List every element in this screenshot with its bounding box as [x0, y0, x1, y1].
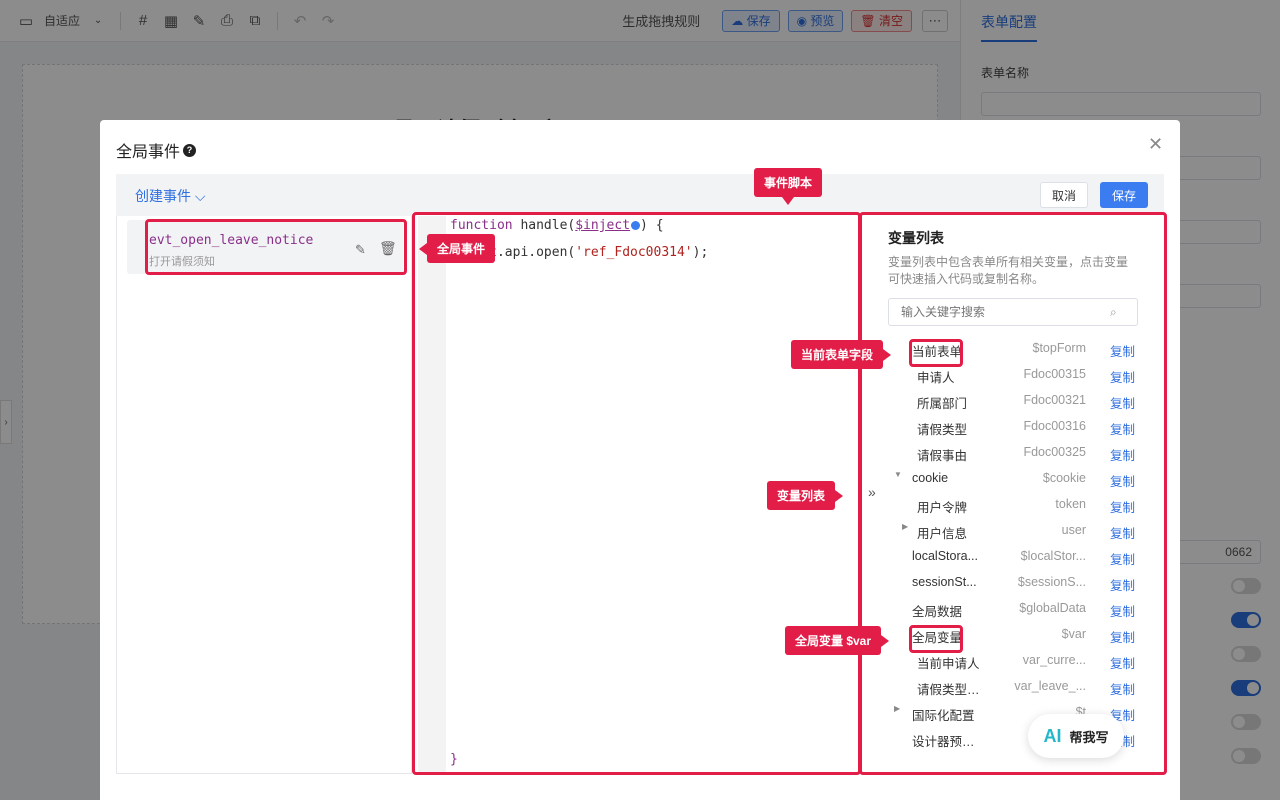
variable-name[interactable]: localStora... — [912, 549, 984, 563]
annotation-global-event: 全局事件 — [418, 234, 496, 263]
variable-row[interactable]: 请假类型 Fdoc00316 复制 — [888, 414, 1136, 440]
create-event-dropdown[interactable]: 创建事件 ⌵ — [135, 186, 206, 206]
caret-right-icon[interactable]: ▶ — [894, 704, 900, 713]
variable-row[interactable]: 请假事由 Fdoc00325 复制 — [888, 440, 1136, 466]
event-header-bar: 创建事件 ⌵ 取消 保存 — [116, 174, 1164, 216]
save-button[interactable]: 保存 — [1100, 182, 1148, 208]
annotation-var-list: 变量列表 — [767, 481, 844, 510]
variable-row[interactable]: ▶ 用户信息 user 复制 — [888, 518, 1136, 544]
inject-param[interactable]: $inject — [575, 218, 630, 233]
variable-name[interactable]: 用户信息 — [917, 523, 989, 542]
variable-name[interactable]: 当前申请人 — [917, 653, 989, 672]
variable-name[interactable]: 所属部门 — [917, 393, 989, 412]
global-event-modal: 全局事件 ? ✕ 创建事件 ⌵ 取消 保存 evt_open_leave_not… — [100, 120, 1180, 800]
copy-link[interactable]: 复制 — [1110, 367, 1135, 386]
code-line-last: } — [450, 752, 458, 767]
copy-link[interactable]: 复制 — [1110, 445, 1135, 464]
variable-key: var_curre... — [1022, 653, 1086, 667]
double-chevron-right-icon[interactable]: » — [868, 484, 876, 500]
copy-link[interactable]: 复制 — [1110, 419, 1135, 438]
variable-row[interactable]: 申请人 Fdoc00315 复制 — [888, 362, 1136, 388]
variable-row[interactable]: 请假类型选... var_leave_... 复制 — [888, 674, 1136, 700]
variable-row[interactable]: 当前表单 $topForm 复制 — [888, 336, 1136, 362]
variable-name[interactable]: 用户令牌 — [917, 497, 989, 516]
variable-name[interactable]: 申请人 — [917, 367, 989, 386]
variable-key: user — [1061, 523, 1086, 537]
annotation-global-var: 全局变量 $var — [785, 626, 890, 655]
code-line-1: function handle($inject) { — [450, 218, 664, 233]
variable-row[interactable]: 全局变量 $var 复制 — [888, 622, 1136, 648]
variable-name[interactable]: sessionSt... — [912, 575, 984, 589]
variable-panel-desc: 变量列表中包含表单所有相关变量，点击变量可快速插入代码或复制名称。 — [888, 255, 1129, 286]
modal-title: 全局事件 ? — [116, 138, 197, 162]
help-icon[interactable]: ? — [183, 143, 197, 157]
copy-link[interactable]: 复制 — [1110, 679, 1135, 698]
copy-link[interactable]: 复制 — [1110, 549, 1135, 568]
variable-key: $globalData — [1019, 601, 1086, 615]
variable-name[interactable]: 设计器预览... — [912, 731, 984, 750]
ai-logo-icon: AI — [1043, 725, 1062, 746]
variable-name[interactable]: 全局变量 — [912, 627, 984, 646]
event-name: evt_open_leave_notice — [149, 233, 314, 248]
variable-key: token — [1055, 497, 1086, 511]
caret-right-icon[interactable]: ▶ — [902, 522, 908, 531]
line-gutter — [418, 216, 446, 772]
variable-key: $cookie — [1042, 471, 1086, 485]
event-desc: 打开请假须知 — [149, 256, 215, 268]
variable-key: Fdoc00321 — [1023, 393, 1086, 407]
variable-key: $sessionS... — [1017, 575, 1086, 589]
variable-key: $var — [1061, 627, 1086, 641]
variable-row[interactable]: 当前申请人 var_curre... 复制 — [888, 648, 1136, 674]
copy-link[interactable]: 复制 — [1110, 341, 1135, 360]
variable-name[interactable]: cookie — [912, 471, 984, 485]
variable-key: Fdoc00325 — [1023, 445, 1086, 459]
caret-down-icon[interactable]: ▼ — [894, 470, 902, 479]
variable-row[interactable]: 全局数据 $globalData 复制 — [888, 596, 1136, 622]
variable-key: $localStor... — [1020, 549, 1086, 563]
variable-name[interactable]: 国际化配置 — [912, 705, 984, 724]
variable-name[interactable]: 请假类型选... — [917, 679, 989, 698]
variable-search-input[interactable] — [888, 298, 1138, 326]
variable-row[interactable]: ▼ cookie $cookie 复制 — [888, 466, 1136, 492]
variable-row[interactable]: 所属部门 Fdoc00321 复制 — [888, 388, 1136, 414]
event-list: evt_open_leave_notice 打开请假须知 ✎ 🗑 — [116, 216, 412, 774]
variable-panel: 变量列表 变量列表中包含表单所有相关变量，点击变量可快速插入代码或复制名称。 ⌕… — [860, 212, 1164, 776]
edit-icon[interactable]: ✎ — [355, 242, 366, 258]
copy-link[interactable]: 复制 — [1110, 601, 1135, 620]
chevron-down-icon: ⌵ — [191, 188, 206, 204]
variable-name[interactable]: 全局数据 — [912, 601, 984, 620]
event-list-item[interactable]: evt_open_leave_notice 打开请假须知 ✎ 🗑 — [127, 220, 403, 274]
variable-key: Fdoc00316 — [1023, 419, 1086, 433]
copy-link[interactable]: 复制 — [1110, 393, 1135, 412]
search-icon: ⌕ — [1110, 305, 1117, 319]
ai-assist-button[interactable]: AI 帮我写 — [1028, 714, 1124, 758]
copy-link[interactable]: 复制 — [1110, 575, 1135, 594]
variable-name[interactable]: 请假事由 — [917, 445, 989, 464]
trash-icon[interactable]: 🗑 — [379, 240, 397, 257]
copy-link[interactable]: 复制 — [1110, 627, 1135, 646]
variable-row[interactable]: sessionSt... $sessionS... 复制 — [888, 570, 1136, 596]
variable-key: var_leave_... — [1014, 679, 1086, 693]
annotation-current-form-fields: 当前表单字段 — [791, 340, 892, 369]
variable-key: Fdoc00315 — [1023, 367, 1086, 381]
copy-link[interactable]: 复制 — [1110, 653, 1135, 672]
variable-row[interactable]: 用户令牌 token 复制 — [888, 492, 1136, 518]
copy-link[interactable]: 复制 — [1110, 471, 1135, 490]
copy-link[interactable]: 复制 — [1110, 523, 1135, 542]
variable-name[interactable]: 当前表单 — [912, 341, 984, 360]
annotation-event-script: 事件脚本 — [754, 168, 823, 205]
info-icon[interactable] — [631, 221, 641, 230]
variable-panel-title: 变量列表 — [888, 230, 944, 246]
close-icon[interactable]: ✕ — [1148, 134, 1163, 155]
cancel-button[interactable]: 取消 — [1040, 182, 1088, 208]
copy-link[interactable]: 复制 — [1110, 497, 1135, 516]
variable-key: $topForm — [1032, 341, 1087, 355]
variable-row[interactable]: localStora... $localStor... 复制 — [888, 544, 1136, 570]
variable-name[interactable]: 请假类型 — [917, 419, 989, 438]
